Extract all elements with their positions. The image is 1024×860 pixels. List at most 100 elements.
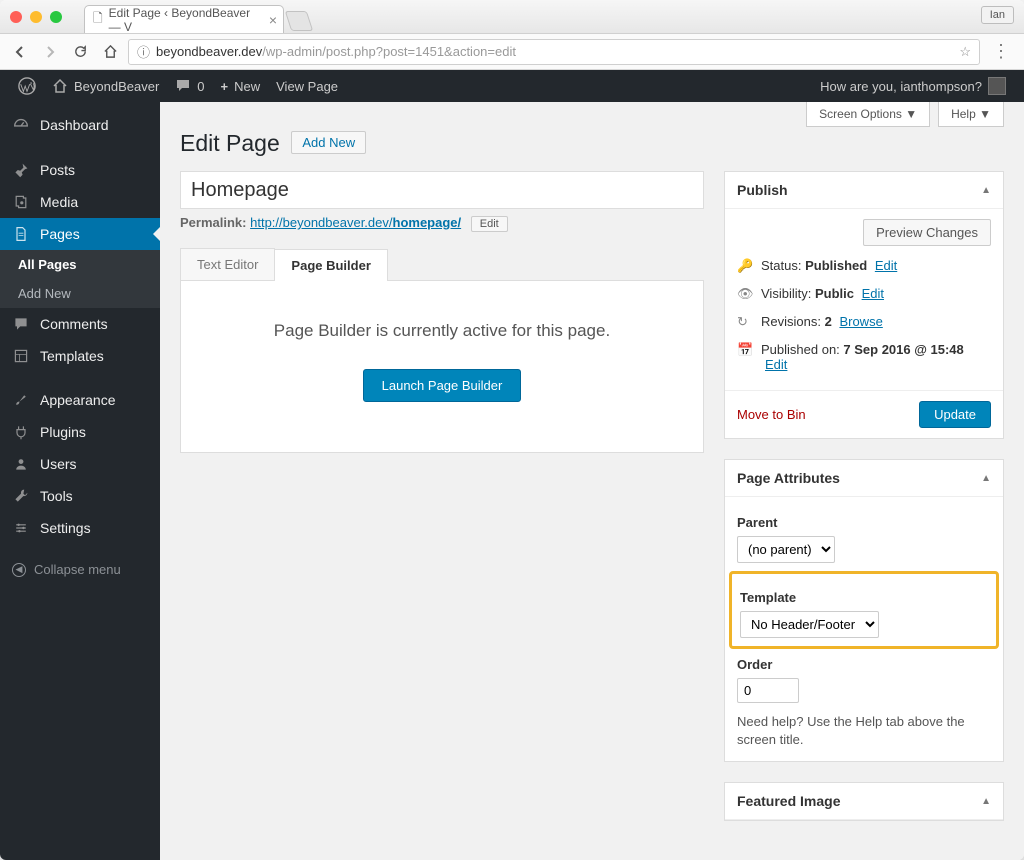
site-name[interactable]: BeyondBeaver — [44, 70, 167, 102]
new-content[interactable]: + New — [213, 70, 269, 102]
dashboard-icon — [12, 116, 30, 134]
publish-box-title[interactable]: Publish ▲ — [725, 172, 1003, 209]
visibility-edit-link[interactable]: Edit — [862, 286, 884, 301]
launch-page-builder-button[interactable]: Launch Page Builder — [363, 369, 522, 402]
screen-options-button[interactable]: Screen Options ▼ — [806, 102, 930, 127]
publish-box: Publish ▲ Preview Changes 🔑 Status: Publ… — [724, 171, 1004, 439]
eye-icon: 👁 — [737, 286, 753, 302]
title-input[interactable] — [180, 171, 704, 209]
featured-image-title[interactable]: Featured Image ▲ — [725, 783, 1003, 820]
menu-dashboard[interactable]: Dashboard — [0, 108, 160, 142]
page-attributes-box: Page Attributes ▲ Parent (no parent) Tem… — [724, 459, 1004, 762]
menu-media[interactable]: Media — [0, 186, 160, 218]
home-button[interactable] — [98, 40, 122, 64]
template-highlight: Template No Header/Footer — [729, 571, 999, 649]
key-icon: 🔑 — [737, 258, 753, 274]
menu-plugins[interactable]: Plugins — [0, 416, 160, 448]
submenu-pages: All Pages Add New — [0, 250, 160, 308]
permalink-edit-button[interactable]: Edit — [471, 216, 508, 232]
new-tab-button[interactable] — [285, 11, 313, 31]
url-path: /wp-admin/post.php?post=1451&action=edit — [262, 44, 516, 59]
close-tab-icon[interactable]: × — [269, 12, 277, 28]
submenu-all-pages[interactable]: All Pages — [0, 250, 160, 279]
revisions-icon: ↻ — [737, 314, 753, 330]
chevron-up-icon: ▲ — [981, 796, 991, 807]
user-icon — [12, 456, 30, 472]
revisions-browse-link[interactable]: Browse — [839, 314, 882, 329]
published-edit-link[interactable]: Edit — [765, 357, 787, 372]
close-window-button[interactable] — [10, 11, 22, 23]
featured-image-box: Featured Image ▲ — [724, 782, 1004, 821]
titlebar: 🗋 Edit Page ‹ BeyondBeaver — V × Ian — [0, 0, 1024, 34]
admin-sidebar: Dashboard Posts Media Pages All Pages Ad… — [0, 102, 160, 860]
comment-icon — [12, 316, 30, 332]
template-label: Template — [740, 590, 988, 605]
menu-posts[interactable]: Posts — [0, 154, 160, 186]
address-bar[interactable]: ⓘ beyondbeaver.dev/wp-admin/post.php?pos… — [128, 39, 980, 65]
parent-select[interactable]: (no parent) — [737, 536, 835, 563]
menu-tools[interactable]: Tools — [0, 480, 160, 512]
wp-logo[interactable] — [10, 70, 44, 102]
reload-button[interactable] — [68, 40, 92, 64]
order-input[interactable] — [737, 678, 799, 703]
menu-pages[interactable]: Pages — [0, 218, 160, 250]
bookmark-icon[interactable]: ☆ — [959, 44, 971, 60]
preview-changes-button[interactable]: Preview Changes — [863, 219, 991, 246]
menu-settings[interactable]: Settings — [0, 512, 160, 544]
settings-icon — [12, 520, 30, 536]
maximize-window-button[interactable] — [50, 11, 62, 23]
collapse-icon: ◀ — [12, 563, 26, 577]
templates-icon — [12, 348, 30, 364]
wrench-icon — [12, 488, 30, 504]
template-select[interactable]: No Header/Footer — [740, 611, 879, 638]
minimize-window-button[interactable] — [30, 11, 42, 23]
tab-page-builder[interactable]: Page Builder — [274, 249, 387, 281]
comments-bubble[interactable]: 0 — [167, 70, 212, 102]
editor-tabs: Text Editor Page Builder — [180, 248, 704, 281]
menu-templates[interactable]: Templates — [0, 340, 160, 372]
brush-icon — [12, 392, 30, 408]
page-attributes-title[interactable]: Page Attributes ▲ — [725, 460, 1003, 497]
url-bar: ⓘ beyondbeaver.dev/wp-admin/post.php?pos… — [0, 34, 1024, 70]
content-area: Screen Options ▼ Help ▼ Edit Page Add Ne… — [160, 102, 1024, 860]
revisions-row: ↻ Revisions: 2 Browse — [737, 308, 991, 336]
parent-label: Parent — [737, 515, 991, 530]
order-label: Order — [737, 657, 991, 672]
home-icon — [52, 78, 68, 94]
menu-comments[interactable]: Comments — [0, 308, 160, 340]
permalink-link[interactable]: http://beyondbeaver.dev/homepage/ — [250, 215, 461, 230]
pin-icon — [12, 162, 30, 178]
url-host: beyondbeaver.dev — [156, 44, 262, 59]
status-edit-link[interactable]: Edit — [875, 258, 897, 273]
tab-text-editor[interactable]: Text Editor — [180, 248, 275, 280]
move-to-bin-link[interactable]: Move to Bin — [737, 407, 806, 422]
chevron-up-icon: ▲ — [981, 185, 991, 196]
submenu-add-new[interactable]: Add New — [0, 279, 160, 308]
back-button[interactable] — [8, 40, 32, 64]
view-page-link[interactable]: View Page — [268, 70, 346, 102]
plug-icon — [12, 424, 30, 440]
page-icon — [12, 226, 30, 242]
published-row: 📅 Published on: 7 Sep 2016 @ 15:48Edit — [737, 336, 991, 378]
update-button[interactable]: Update — [919, 401, 991, 428]
attributes-help: Need help? Use the Help tab above the sc… — [737, 713, 991, 749]
forward-button[interactable] — [38, 40, 62, 64]
collapse-menu[interactable]: ◀ Collapse menu — [0, 554, 160, 585]
media-icon — [12, 194, 30, 210]
tab-title: Edit Page ‹ BeyondBeaver — V — [109, 6, 259, 34]
browser-profile[interactable]: Ian — [981, 6, 1014, 24]
editor-body: Page Builder is currently active for thi… — [180, 281, 704, 453]
browser-tab[interactable]: 🗋 Edit Page ‹ BeyondBeaver — V × — [84, 5, 284, 33]
builder-message: Page Builder is currently active for thi… — [201, 321, 683, 341]
status-row: 🔑 Status: Published Edit — [737, 252, 991, 280]
menu-appearance[interactable]: Appearance — [0, 384, 160, 416]
user-greeting[interactable]: How are you, ianthompson? — [812, 77, 1014, 95]
browser-menu-icon[interactable]: ⋮ — [986, 41, 1016, 62]
menu-users[interactable]: Users — [0, 448, 160, 480]
chevron-up-icon: ▲ — [981, 473, 991, 484]
plus-icon: + — [221, 79, 229, 94]
avatar — [988, 77, 1006, 95]
help-button[interactable]: Help ▼ — [938, 102, 1004, 127]
add-new-button[interactable]: Add New — [291, 131, 366, 154]
visibility-row: 👁 Visibility: Public Edit — [737, 280, 991, 308]
